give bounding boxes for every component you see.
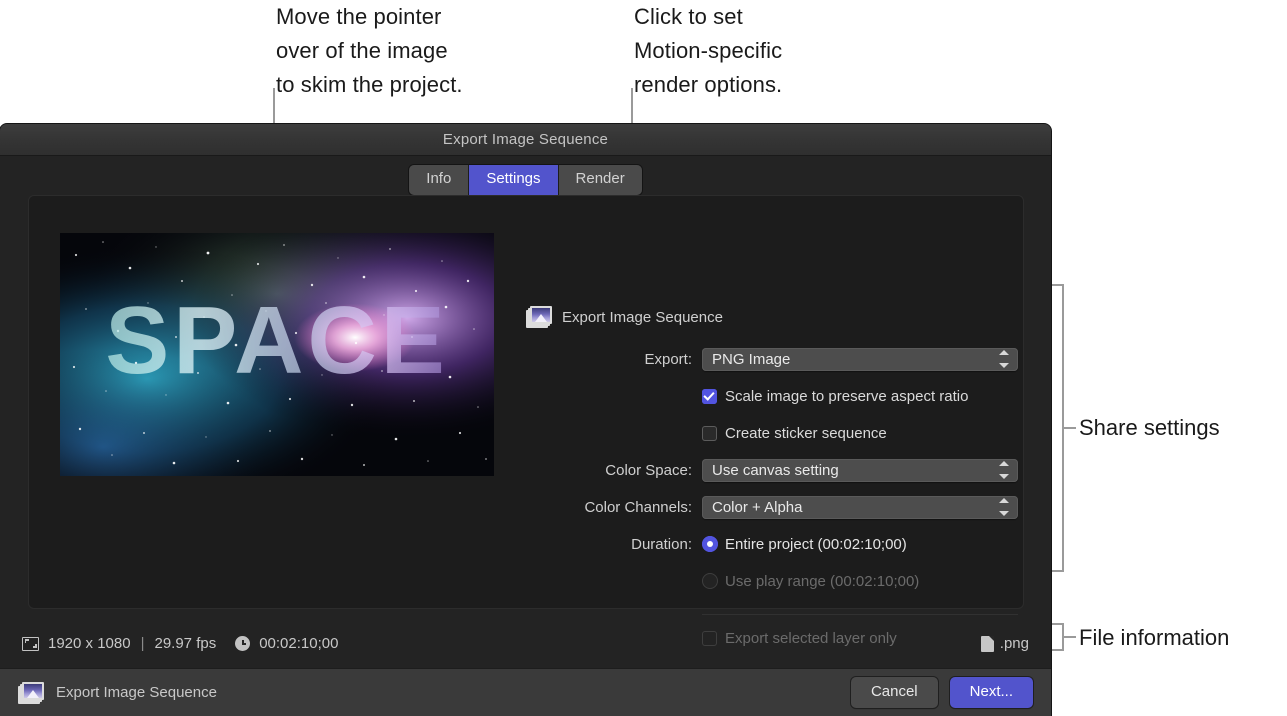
scale-image-checkbox[interactable]: Scale image to preserve aspect ratio xyxy=(702,388,1010,405)
form-divider xyxy=(702,614,1018,615)
file-information-bar: 1920 x 1080 | 29.97 fps 00:02:10;00 .png xyxy=(0,619,1051,668)
chevron-updown-icon xyxy=(998,350,1010,368)
row-scale-checkbox: Scale image to preserve aspect ratio xyxy=(510,383,1010,409)
screenshot-root: Move the pointer over of the image to sk… xyxy=(0,0,1287,716)
dialog-tabbar: Info Settings Render xyxy=(409,165,641,195)
radio-entire-project[interactable]: Entire project (00:02:10;00) xyxy=(702,536,1010,553)
status-divider: | xyxy=(140,635,146,652)
radio-use-play-range[interactable]: Use play range (00:02:10;00) xyxy=(702,573,1010,590)
export-image-sequence-dialog: Export Image Sequence Info Settings Rend… xyxy=(0,124,1051,716)
color-space-value: Use canvas setting xyxy=(712,462,839,479)
checkbox-checked-icon[interactable] xyxy=(702,389,717,404)
export-format-value: PNG Image xyxy=(712,351,790,368)
entire-project-label: Entire project (00:02:10;00) xyxy=(725,536,907,553)
row-export: Export: PNG Image xyxy=(510,346,1010,372)
toolbar-right-group: Cancel Next... xyxy=(851,677,1033,708)
resolution-value: 1920 x 1080 xyxy=(48,635,131,652)
status-left-group: 1920 x 1080 | 29.97 fps 00:02:10;00 xyxy=(22,635,338,652)
duration-timecode-value: 00:02:10;00 xyxy=(259,635,338,652)
export-label: Export: xyxy=(510,351,702,368)
status-right-group: .png xyxy=(981,635,1029,652)
toolbar-left-group: Export Image Sequence xyxy=(18,682,217,704)
bracket-file-information xyxy=(1051,623,1064,651)
chevron-updown-icon xyxy=(998,498,1010,516)
color-space-label: Color Space: xyxy=(510,462,702,479)
file-extension-value: .png xyxy=(1000,635,1029,652)
settings-panel: SPACE Export Image Sequence Expo xyxy=(28,195,1024,609)
export-format-select[interactable]: PNG Image xyxy=(702,348,1018,371)
callout-render-options: Click to set Motion-specific render opti… xyxy=(634,0,782,102)
tab-render[interactable]: Render xyxy=(559,165,642,195)
row-color-space: Color Space: Use canvas setting xyxy=(510,457,1010,483)
frame-size-icon xyxy=(22,637,39,651)
photo-stack-icon xyxy=(18,682,44,704)
fps-value: 29.97 fps xyxy=(154,635,216,652)
cancel-button[interactable]: Cancel xyxy=(851,677,938,708)
dialog-title: Export Image Sequence xyxy=(443,131,608,148)
space-nebula-graphic: SPACE xyxy=(60,233,494,476)
callout-label-file-information: File information xyxy=(1079,625,1229,651)
form-heading-label: Export Image Sequence xyxy=(562,309,723,326)
create-sticker-sequence-checkbox[interactable]: Create sticker sequence xyxy=(702,425,1010,442)
export-settings-form: Export Image Sequence Export: PNG Image xyxy=(510,196,1010,662)
row-duration-play-range: Use play range (00:02:10;00) xyxy=(510,568,1010,594)
bracket-share-settings xyxy=(1051,284,1064,572)
form-rows: Export: PNG Image xyxy=(510,346,1010,651)
row-duration-entire-project: Duration: Entire project (00:02:10;00) xyxy=(510,531,1010,557)
dialog-toolbar: Export Image Sequence Cancel Next... xyxy=(0,668,1051,716)
row-sticker-checkbox: Create sticker sequence xyxy=(510,420,1010,446)
next-button[interactable]: Next... xyxy=(950,677,1033,708)
checkbox-unchecked-icon[interactable] xyxy=(702,426,717,441)
color-channels-select[interactable]: Color + Alpha xyxy=(702,496,1018,519)
project-preview-image[interactable]: SPACE xyxy=(60,233,494,476)
color-channels-value: Color + Alpha xyxy=(712,499,802,516)
create-sticker-label: Create sticker sequence xyxy=(725,425,887,442)
toolbar-destination-title: Export Image Sequence xyxy=(56,684,217,701)
clock-icon xyxy=(235,636,250,651)
use-play-range-label: Use play range (00:02:10;00) xyxy=(725,573,919,590)
callout-skim-project: Move the pointer over of the image to sk… xyxy=(276,0,463,102)
document-icon xyxy=(981,636,994,652)
callout-label-share-settings: Share settings xyxy=(1079,415,1220,441)
color-channels-label: Color Channels: xyxy=(510,499,702,516)
svg-text:SPACE: SPACE xyxy=(105,287,449,394)
color-space-select[interactable]: Use canvas setting xyxy=(702,459,1018,482)
radio-unselected-icon[interactable] xyxy=(702,573,718,589)
scale-image-label: Scale image to preserve aspect ratio xyxy=(725,388,968,405)
dialog-titlebar[interactable]: Export Image Sequence xyxy=(0,124,1051,156)
form-heading-row: Export Image Sequence xyxy=(526,306,1010,328)
tab-settings[interactable]: Settings xyxy=(469,165,558,195)
chevron-updown-icon xyxy=(998,461,1010,479)
radio-selected-icon[interactable] xyxy=(702,536,718,552)
photo-stack-icon xyxy=(526,306,552,328)
row-color-channels: Color Channels: Color + Alpha xyxy=(510,494,1010,520)
tab-info[interactable]: Info xyxy=(409,165,469,195)
duration-label: Duration: xyxy=(510,536,702,553)
